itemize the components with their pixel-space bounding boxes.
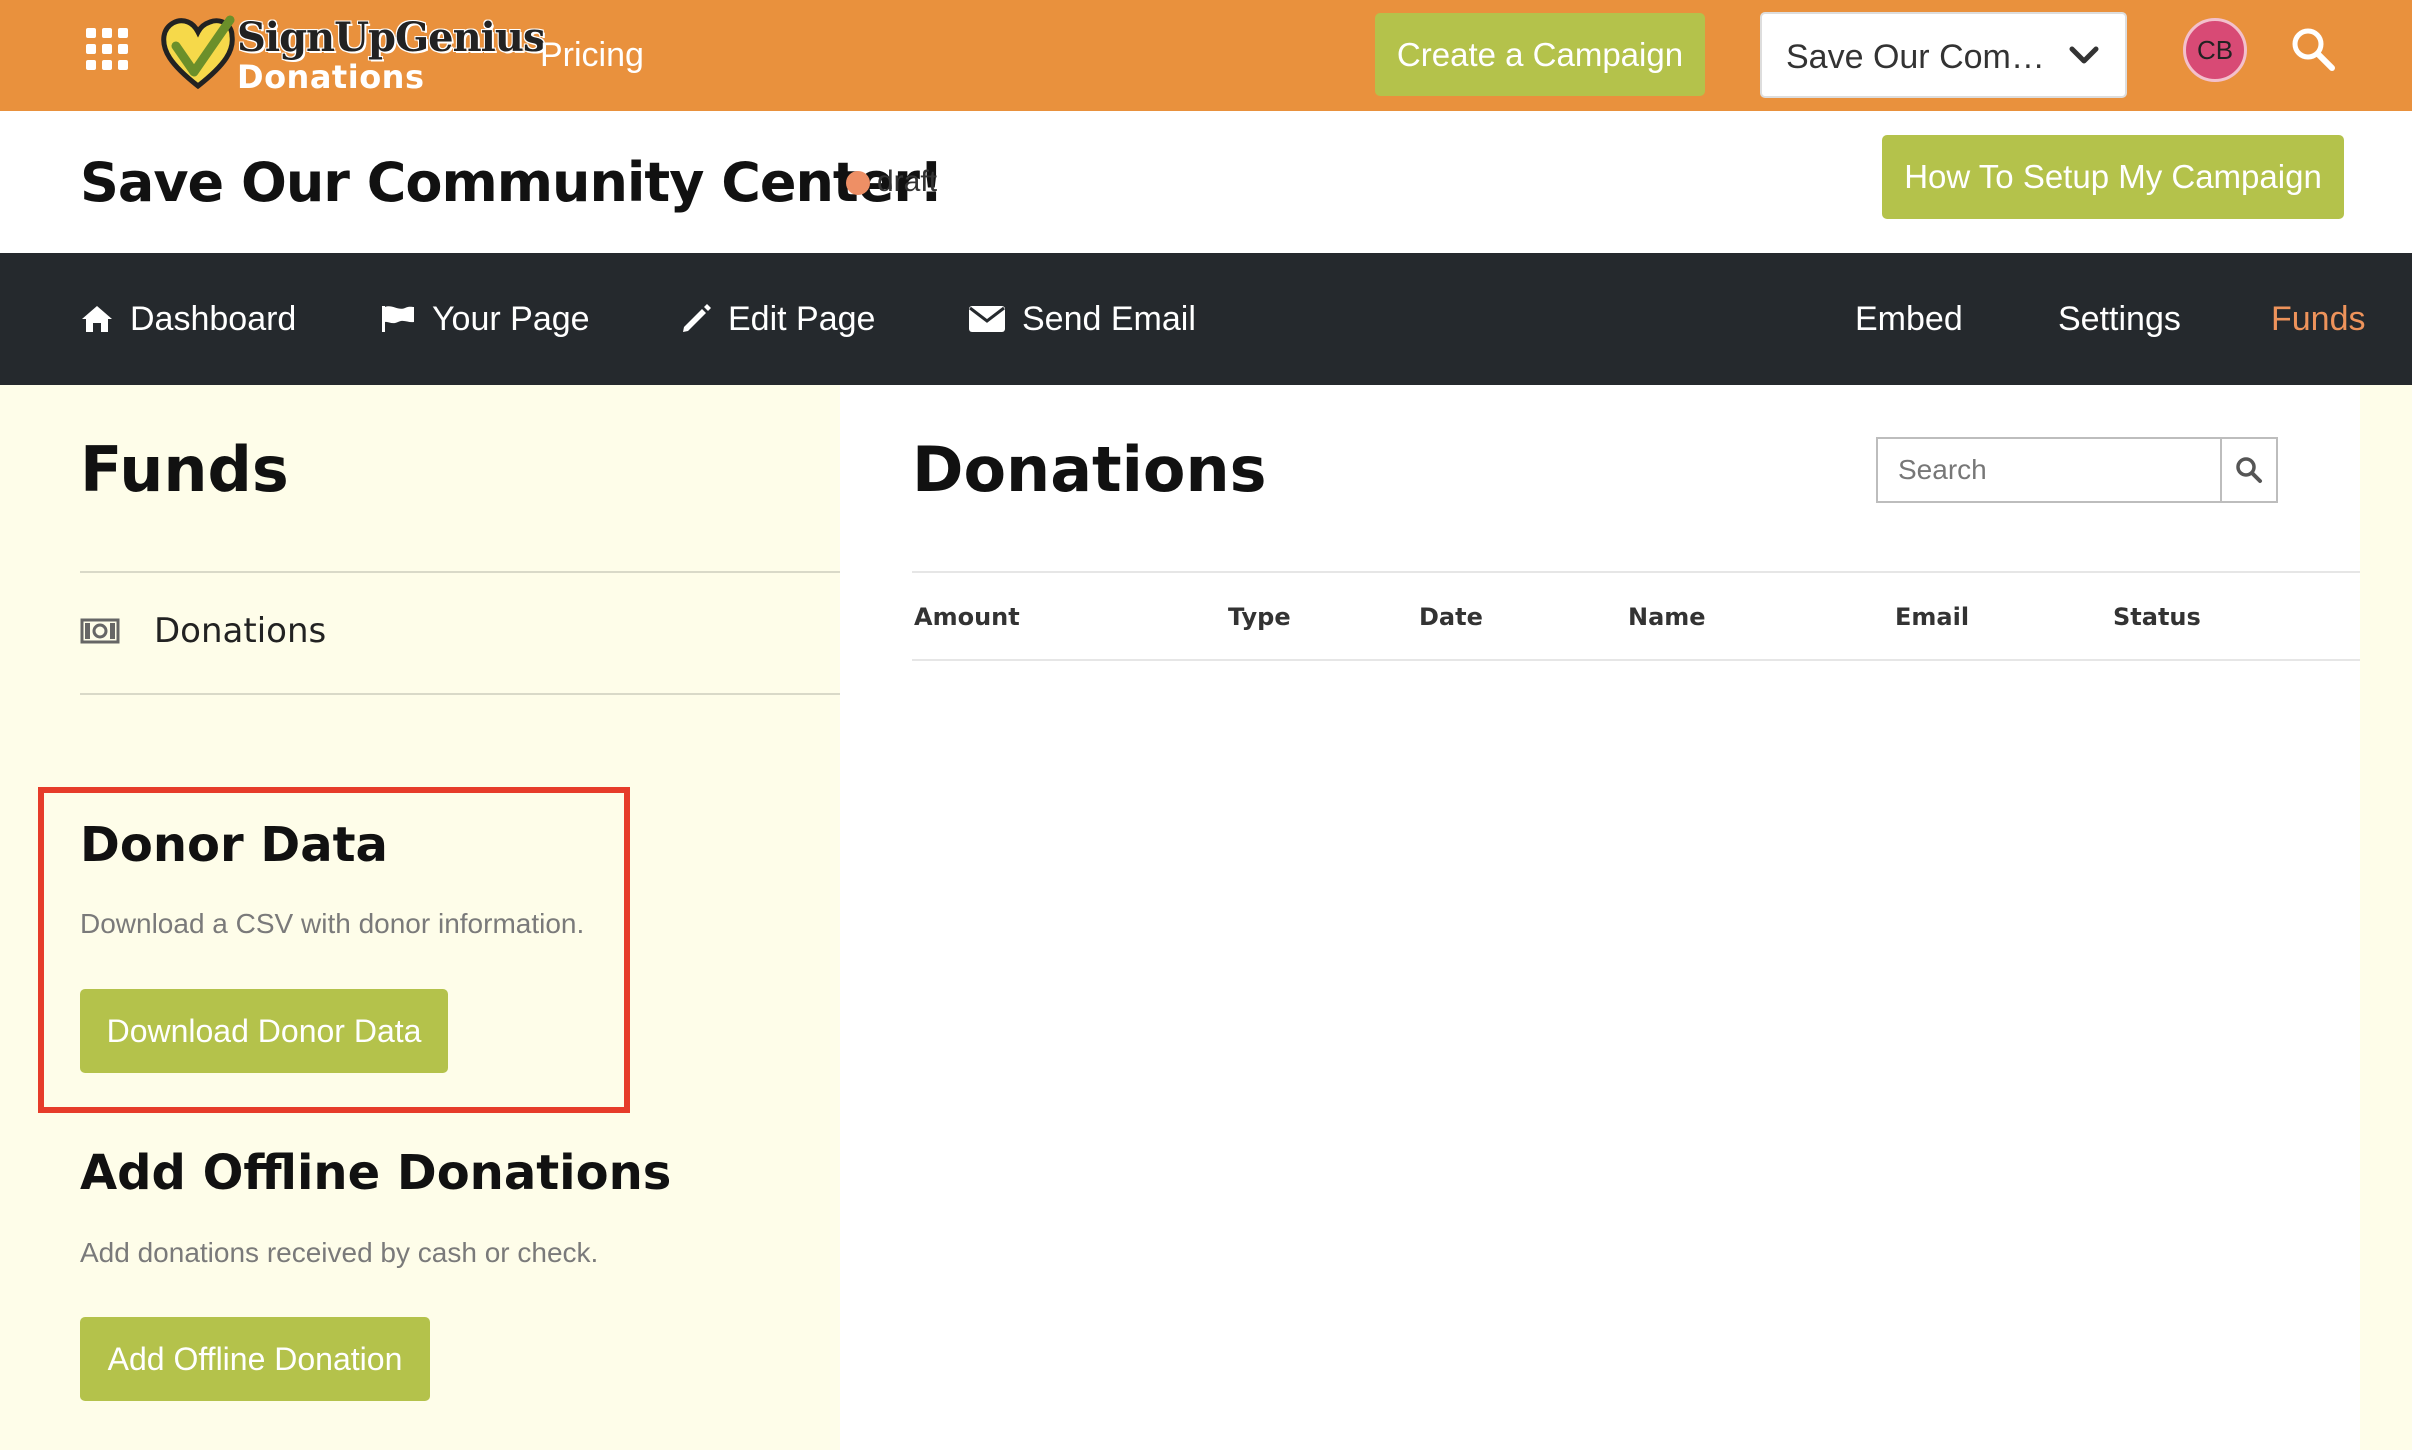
table-header-border: [912, 659, 2360, 661]
nav-your-page[interactable]: Your Page: [380, 253, 590, 385]
nav-your-page-label: Your Page: [432, 299, 590, 338]
search-icon[interactable]: [2290, 26, 2336, 72]
column-header-date[interactable]: Date: [1419, 603, 1483, 631]
campaign-selector-value: Save Our Com…: [1786, 38, 2045, 76]
search-icon: [2236, 457, 2262, 483]
nav-edit-page-label: Edit Page: [728, 299, 876, 338]
chevron-down-icon: [2069, 46, 2099, 64]
sidebar-item-label: Donations: [154, 611, 327, 651]
donor-data-heading: Donor Data: [80, 817, 388, 873]
donations-search: [1876, 437, 2278, 503]
funds-sidebar: Funds Donations Donor Data Download a CS…: [0, 385, 840, 1450]
column-header-type[interactable]: Type: [1228, 603, 1291, 631]
nav-dashboard[interactable]: Dashboard: [80, 253, 296, 385]
nav-dashboard-label: Dashboard: [130, 299, 297, 338]
signupgenius-donations-logo[interactable]: SignUpGenius Donations: [160, 14, 545, 96]
divider: [80, 693, 840, 695]
money-bill-icon: [80, 618, 120, 644]
nav-embed-label: Embed: [1855, 299, 1963, 338]
apps-grid-icon[interactable]: [86, 28, 128, 70]
column-header-name[interactable]: Name: [1628, 603, 1706, 631]
nav-settings[interactable]: Settings: [2058, 253, 2181, 385]
create-campaign-button[interactable]: Create a Campaign: [1375, 13, 1705, 96]
column-header-status[interactable]: Status: [2113, 603, 2201, 631]
offline-donations-heading: Add Offline Donations: [80, 1145, 672, 1201]
donations-title: Donations: [912, 433, 1267, 506]
home-icon: [82, 306, 112, 332]
pencil-icon: [683, 304, 711, 332]
download-donor-data-button[interactable]: Download Donor Data: [80, 989, 448, 1073]
top-bar: SignUpGenius Donations Pricing Create a …: [0, 0, 2412, 111]
campaign-nav: Dashboard Your Page Edit Page Send Email…: [0, 253, 2412, 385]
campaign-title-row: Save Our Community Center! draft How To …: [0, 111, 2412, 253]
how-to-setup-button[interactable]: How To Setup My Campaign: [1882, 135, 2344, 219]
envelope-icon: [969, 306, 1005, 332]
donor-data-description: Download a CSV with donor information.: [80, 908, 585, 939]
nav-send-email-label: Send Email: [1022, 299, 1196, 338]
right-gutter: [2360, 385, 2412, 1450]
nav-settings-label: Settings: [2058, 299, 2181, 338]
table-top-border: [912, 571, 2360, 573]
logo-wordmark: SignUpGenius: [237, 14, 545, 61]
status-badge: draft: [877, 165, 938, 198]
offline-donations-description: Add donations received by cash or check.: [80, 1237, 599, 1268]
nav-send-email[interactable]: Send Email: [968, 253, 1196, 385]
flag-icon: [382, 306, 414, 332]
nav-edit-page[interactable]: Edit Page: [680, 253, 875, 385]
page-title: Save Our Community Center!: [80, 151, 944, 214]
column-header-amount[interactable]: Amount: [914, 603, 1020, 631]
heart-check-logo-icon: [161, 15, 235, 90]
user-avatar[interactable]: CB: [2183, 18, 2247, 82]
draft-status-dot: [846, 171, 870, 195]
search-input[interactable]: [1878, 439, 2222, 501]
nav-funds-label: Funds: [2271, 299, 2366, 338]
search-button[interactable]: [2220, 439, 2276, 501]
sidebar-item-donations[interactable]: Donations: [80, 572, 840, 690]
nav-embed[interactable]: Embed: [1855, 253, 1963, 385]
donations-panel: Donations Amount Type Date Name Email St…: [840, 385, 2360, 1450]
campaign-selector[interactable]: Save Our Com…: [1760, 12, 2127, 98]
column-header-email[interactable]: Email: [1895, 603, 1969, 631]
pricing-link[interactable]: Pricing: [540, 36, 644, 75]
add-offline-donation-button[interactable]: Add Offline Donation: [80, 1317, 430, 1401]
logo-subtitle: Donations: [237, 58, 425, 96]
sidebar-title: Funds: [80, 433, 289, 506]
nav-funds[interactable]: Funds: [2271, 253, 2366, 385]
